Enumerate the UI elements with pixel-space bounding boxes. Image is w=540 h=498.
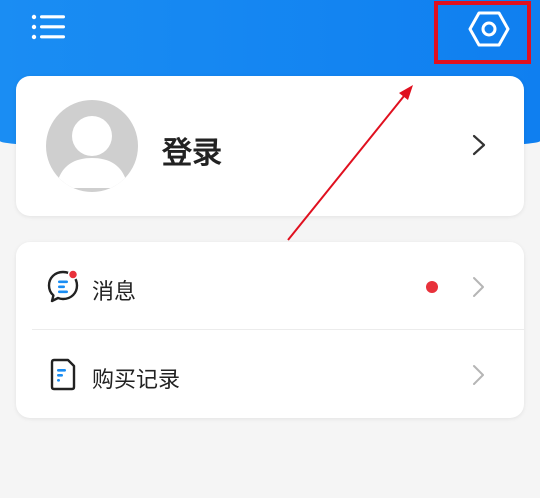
menu-item-label: 消息 [92, 280, 137, 305]
settings-highlight-box [434, 1, 531, 64]
message-icon [47, 269, 79, 303]
hamburger-menu-icon[interactable] [30, 12, 68, 44]
chevron-right-icon [473, 277, 484, 297]
chevron-right-icon [472, 134, 486, 156]
unread-dot [426, 281, 438, 293]
default-avatar-icon [46, 100, 138, 192]
menu-item-messages[interactable]: 消息 [16, 242, 524, 330]
menu-card: 消息 购买记录 [16, 242, 524, 418]
menu-item-purchase-records[interactable]: 购买记录 [16, 330, 524, 418]
login-card[interactable]: 登录 [16, 76, 524, 216]
chevron-right-icon [473, 365, 484, 385]
menu-item-label: 购买记录 [92, 368, 181, 393]
login-label: 登录 [162, 136, 222, 171]
purchase-record-icon [50, 358, 76, 391]
